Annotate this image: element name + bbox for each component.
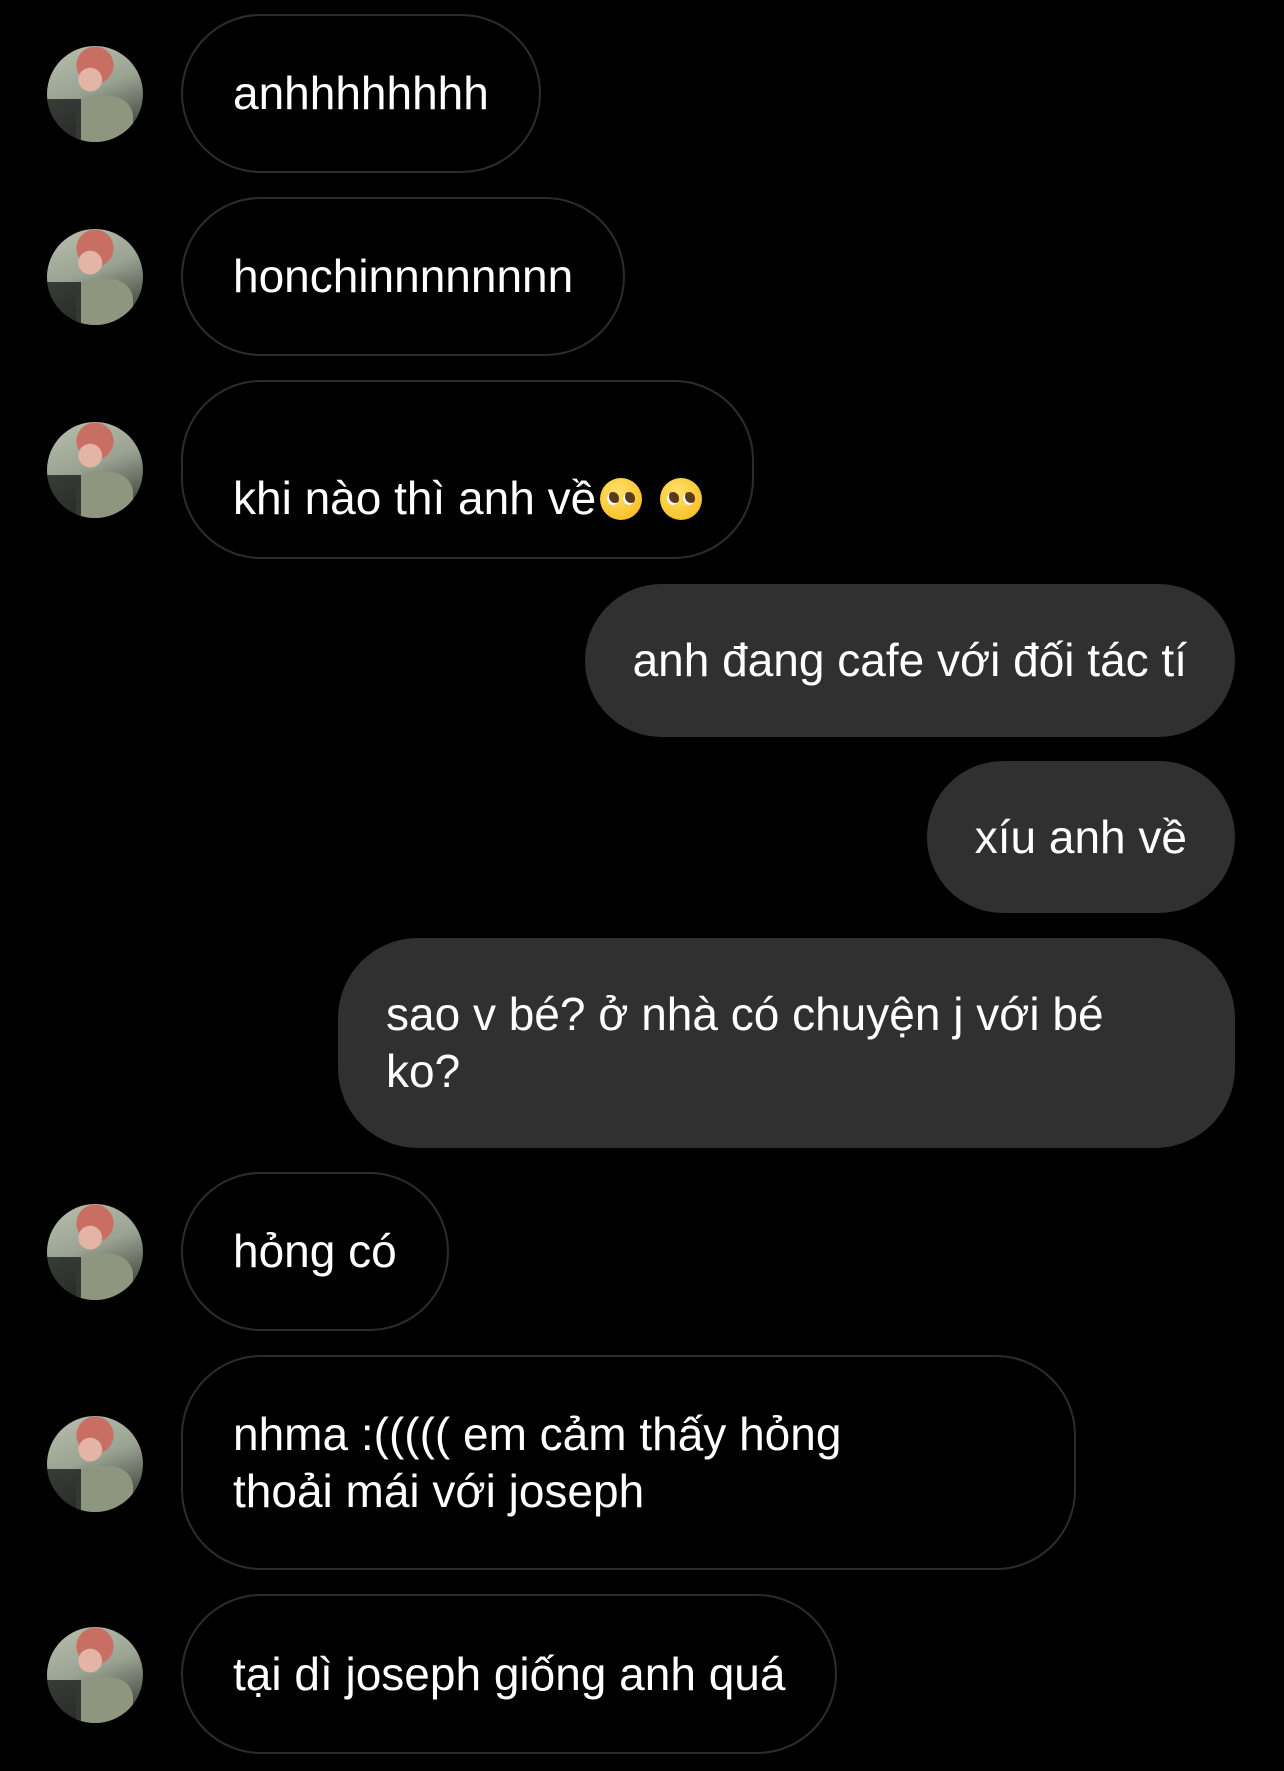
sender-avatar[interactable] xyxy=(47,1627,143,1723)
message-text: xíu anh về xyxy=(974,810,1187,863)
sender-avatar[interactable] xyxy=(47,46,143,142)
message-text: hỏng có xyxy=(233,1225,397,1277)
outgoing-message-bubble[interactable]: sao v bé? ở nhà có chuyện j với bé ko? xyxy=(338,938,1235,1148)
sender-avatar[interactable] xyxy=(47,229,143,325)
pleading-face-emoji-icon xyxy=(600,477,643,520)
incoming-message-bubble[interactable]: tại dì joseph giống anh quá xyxy=(181,1594,838,1754)
outgoing-message-bubble[interactable]: anh đang cafe với đối tác tí xyxy=(584,584,1235,737)
message-text-content: khi nào thì anh về xyxy=(233,471,597,524)
incoming-message-bubble[interactable]: anhhhhhhhh xyxy=(181,14,541,173)
message-text: tại dì joseph giống anh quá xyxy=(233,1647,786,1700)
sender-avatar[interactable] xyxy=(47,422,143,518)
incoming-message-bubble[interactable]: honchinnnnnnnn xyxy=(181,197,626,356)
sender-avatar[interactable] xyxy=(47,1204,143,1300)
message-text: anh đang cafe với đối tác tí xyxy=(632,634,1187,686)
pleading-face-emoji-icon xyxy=(660,477,703,520)
message-text: anhhhhhhhh xyxy=(233,67,489,119)
incoming-message-bubble[interactable]: khi nào thì anh về xyxy=(181,380,755,559)
incoming-message-bubble[interactable]: hỏng có xyxy=(181,1172,449,1331)
message-text: khi nào thì anh về xyxy=(233,413,703,527)
message-text: nhma :((((( em cảm thấy hỏng thoải mái v… xyxy=(233,1407,842,1517)
message-text: honchinnnnnnnn xyxy=(233,250,574,302)
outgoing-message-bubble[interactable]: xíu anh về xyxy=(926,761,1235,913)
message-text: sao v bé? ở nhà có chuyện j với bé ko? xyxy=(386,988,1104,1097)
incoming-message-bubble[interactable]: nhma :((((( em cảm thấy hỏng thoải mái v… xyxy=(181,1355,1076,1570)
sender-avatar[interactable] xyxy=(47,1416,143,1512)
